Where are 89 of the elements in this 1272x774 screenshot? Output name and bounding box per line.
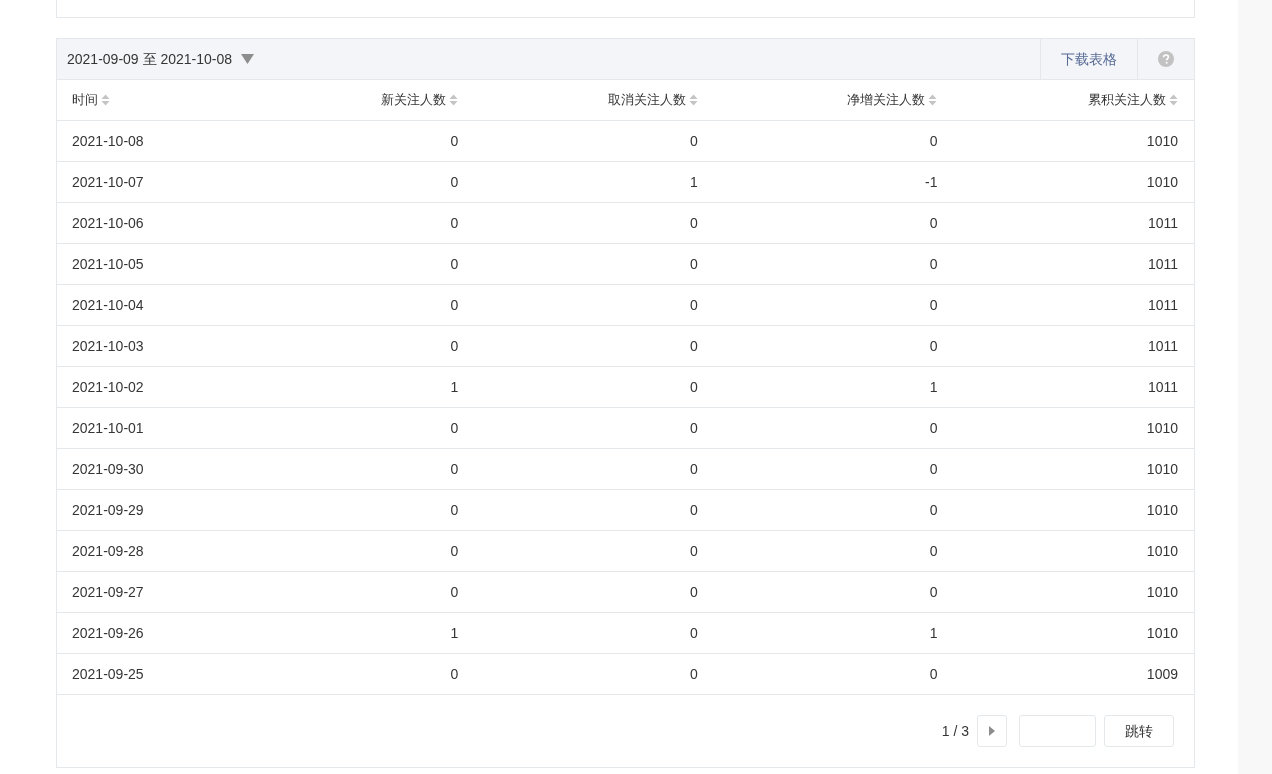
column-header: 时间 — [72, 91, 98, 110]
page-number-field[interactable] — [1019, 715, 1096, 747]
table-cell-text: 1010 — [1146, 131, 1178, 151]
table-cell-text: 0 — [929, 664, 938, 684]
table-cell-text: 0 — [690, 131, 698, 151]
table-cell-text: 2021-10-01 — [72, 418, 144, 438]
table-cell-text: 0 — [450, 295, 459, 315]
table-cell-text: 0 — [450, 254, 459, 274]
table-cell-text: 2021-09-29 — [72, 500, 144, 520]
table-cell-text: 0 — [929, 254, 938, 274]
caret-icon — [241, 54, 254, 64]
table-cell-text: 1 — [450, 377, 459, 397]
table-cell-text: 2021-09-27 — [72, 582, 144, 602]
table-cell-text: 0 — [450, 500, 459, 520]
table-cell-text: 0 — [929, 459, 938, 479]
table-cell-text: 1011 — [1147, 213, 1178, 233]
next-page-button[interactable] — [977, 715, 1007, 747]
table-cell-text: 1010 — [1146, 500, 1178, 520]
table-cell-text: 1 — [690, 172, 698, 192]
table-cell-text: 0 — [450, 664, 459, 684]
table-cell-text: 0 — [929, 213, 938, 233]
table-cell-text: 0 — [450, 336, 459, 356]
sort-icon[interactable] — [101, 94, 110, 106]
table-cell-text: 0 — [690, 254, 698, 274]
table-cell-text: 2021-10-05 — [72, 254, 144, 274]
table-cell-text: 1011 — [1147, 254, 1178, 274]
sort-icon[interactable] — [688, 94, 698, 106]
table-cell-text: 2021-10-03 — [72, 336, 144, 356]
table-cell-text: 1010 — [1146, 623, 1178, 643]
sort-icon[interactable] — [1169, 94, 1178, 106]
table-cell-text: 0 — [690, 623, 698, 643]
table-cell-text: 1011 — [1147, 377, 1178, 397]
table-cell-text: 0 — [690, 541, 698, 561]
table-cell-text: 0 — [450, 418, 459, 438]
table-cell-text: 0 — [690, 418, 698, 438]
table-cell-text: 0 — [690, 500, 698, 520]
table-cell-text: 1 — [929, 377, 938, 397]
table-cell-text: 1010 — [1146, 541, 1178, 561]
table-cell-text: 0 — [450, 172, 459, 192]
table-cell-text: -1 — [924, 172, 938, 192]
table-cell-text: 0 — [690, 377, 698, 397]
table-cell-text: 1010 — [1146, 459, 1178, 479]
table-cell-text: 0 — [690, 582, 698, 602]
table-cell-text: 0 — [690, 213, 698, 233]
table-cell-text: 0 — [450, 131, 459, 151]
table-cell-text: 0 — [450, 541, 459, 561]
table-cell-text: 2021-10-04 — [72, 295, 144, 315]
table-cell-text: 2021-09-26 — [72, 623, 144, 643]
table-cell-text: 2021-10-02 — [72, 377, 144, 397]
table-cell-text: 1009 — [1146, 664, 1178, 684]
sort-icon[interactable] — [449, 94, 459, 106]
table-cell-text: 0 — [450, 213, 459, 233]
column-header: 新关注人数 — [381, 91, 447, 110]
table-cell-text: 1 — [450, 623, 459, 643]
column-header: 取消关注人数 — [607, 91, 686, 110]
table-cell-text: 0 — [929, 500, 938, 520]
page-indicator: 1 / 3 — [941, 721, 969, 741]
table-cell-text: 0 — [690, 295, 698, 315]
table-cell-text: 2021-09-30 — [72, 459, 144, 479]
table-cell-text: 0 — [929, 336, 938, 356]
table-cell-text: 2021-10-08 — [72, 131, 144, 151]
help-icon — [1158, 51, 1174, 67]
sort-icon[interactable] — [928, 94, 938, 106]
table-cell-text: 0 — [690, 664, 698, 684]
table-cell-text: 0 — [690, 336, 698, 356]
column-header: 净增关注人数 — [847, 91, 926, 110]
table-cell-text: 0 — [450, 459, 459, 479]
caret-icon — [989, 726, 995, 736]
table-cell-text: 1011 — [1147, 295, 1178, 315]
date-range-dropdown[interactable]: 2021-09-09 至 2021-10-08 — [57, 39, 254, 79]
table-cell-text: 2021-10-07 — [72, 172, 144, 192]
table-cell-text: 0 — [929, 131, 938, 151]
table-cell-text: 2021-10-06 — [72, 213, 144, 233]
table-cell-text: 1010 — [1146, 582, 1178, 602]
table-cell-text: 0 — [450, 582, 459, 602]
download-table-button[interactable]: 下载表格 — [1040, 39, 1137, 79]
table-cell-text: 2021-09-25 — [72, 664, 144, 684]
table-cell-text: 0 — [929, 582, 938, 602]
table-cell-text: 1010 — [1146, 418, 1178, 438]
table-cell-text: 0 — [929, 418, 938, 438]
jump-button[interactable]: 跳转 — [1104, 715, 1174, 747]
table-cell-text: 1011 — [1147, 336, 1178, 356]
table-cell-text: 0 — [929, 295, 938, 315]
table-cell-text: 1010 — [1146, 172, 1178, 192]
table-cell-text: 1 — [929, 623, 938, 643]
table-cell-text: 0 — [690, 459, 698, 479]
table-cell-text: 0 — [929, 541, 938, 561]
column-header: 累积关注人数 — [1088, 91, 1166, 110]
table-cell-text: 2021-09-28 — [72, 541, 144, 561]
